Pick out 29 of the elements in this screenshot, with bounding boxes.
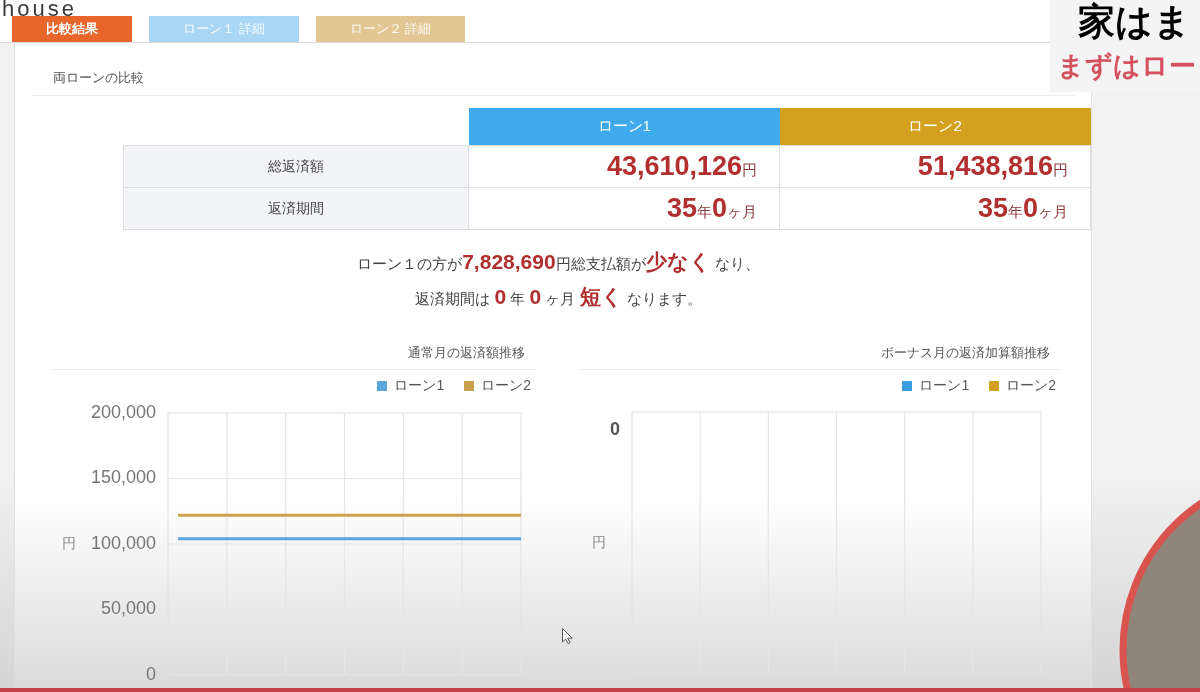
legend-item[interactable]: ローン1	[377, 375, 445, 396]
y-tick-label: 50,000	[100, 597, 156, 618]
column-header: ローン2	[779, 108, 1091, 145]
subcaption-text: まずはロー	[1056, 50, 1197, 83]
table-cell: 35年0ヶ月	[468, 187, 780, 229]
chart-title: 通常月の返済額推移	[408, 343, 525, 362]
logo-text: house	[2, 0, 77, 17]
legend-item[interactable]: ローン2	[989, 375, 1056, 396]
legend-item[interactable]: ローン2	[464, 375, 531, 396]
column-header: ローン1	[468, 108, 780, 145]
y-tick-label: 0	[610, 418, 620, 439]
section-title: 両ローンの比較	[53, 69, 144, 87]
summary-text: ローン１の方が7,828,690円総支払額が少なく なり、	[357, 249, 760, 276]
row-header: 総返済額	[123, 145, 469, 187]
row-header: 返済期間	[123, 187, 469, 229]
y-axis-label: 円	[592, 533, 606, 550]
y-tick-label: 150,000	[90, 466, 156, 487]
table-cell: 51,438,816円	[779, 145, 1091, 187]
y-tick-label: 100,000	[90, 532, 156, 553]
chart-title: ボーナス月の返済加算額推移	[881, 343, 1050, 362]
y-tick-label: 200,000	[90, 401, 156, 422]
caption-text: 家はま	[1077, 0, 1192, 44]
legend-item[interactable]: ローン1	[902, 375, 970, 396]
table-cell: 43,610,126円	[468, 145, 780, 187]
y-axis-label: 円	[62, 534, 76, 551]
y-tick-label: 0	[146, 663, 156, 684]
mouse-pointer-icon	[562, 628, 573, 644]
table-cell: 35年0ヶ月	[779, 187, 1091, 229]
summary-text: 返済期間は 0 年 0 ヶ月 短く なります。	[415, 284, 702, 311]
